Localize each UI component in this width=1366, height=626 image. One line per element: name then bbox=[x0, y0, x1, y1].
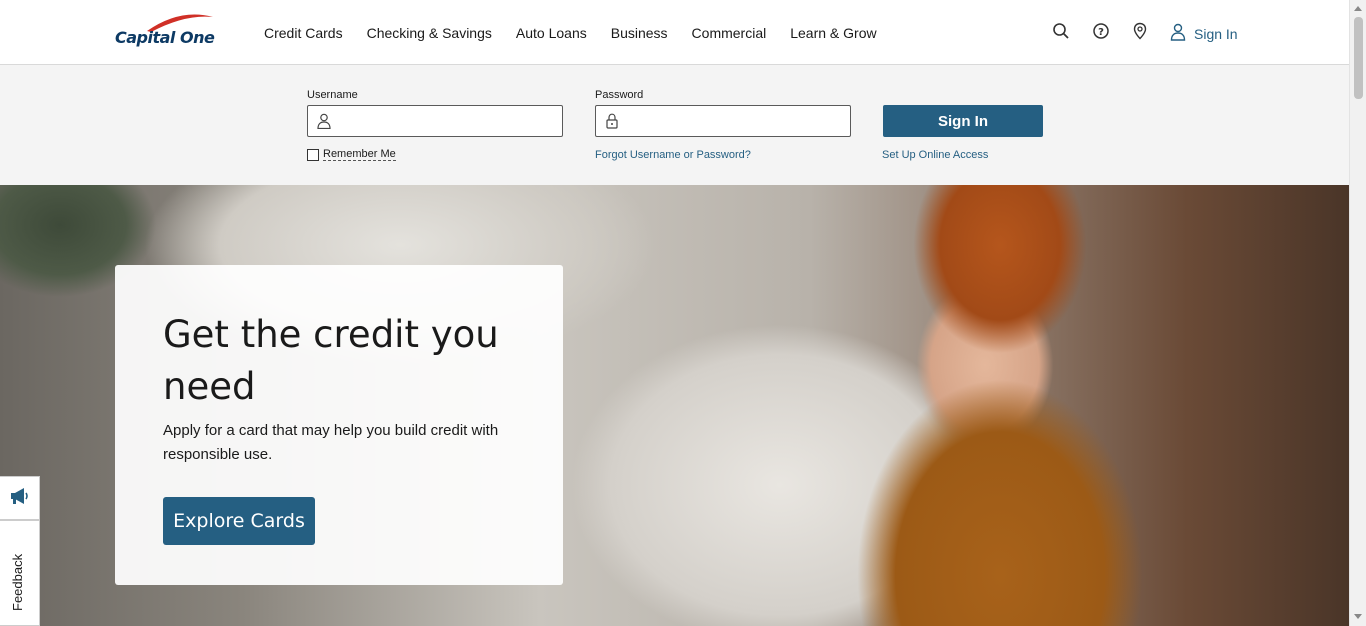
hero-subtitle: Apply for a card that may help you build… bbox=[163, 422, 499, 463]
header-sign-in-link[interactable]: Sign In bbox=[1170, 23, 1238, 44]
sign-in-button[interactable]: Sign In bbox=[883, 105, 1043, 137]
scroll-up-arrow-icon[interactable] bbox=[1354, 6, 1362, 11]
user-icon bbox=[317, 113, 331, 134]
username-label: Username bbox=[307, 89, 358, 101]
scroll-down-arrow-icon[interactable] bbox=[1354, 614, 1362, 619]
svg-text:?: ? bbox=[1098, 27, 1104, 38]
user-icon bbox=[1170, 23, 1186, 44]
location-icon[interactable] bbox=[1131, 22, 1151, 42]
feedback-tab[interactable]: Feedback bbox=[0, 520, 40, 626]
logo-wordmark: Capital One bbox=[115, 28, 215, 47]
login-panel: Username Password Sign In Remember Me Fo… bbox=[0, 65, 1349, 185]
remember-me-label: Remember Me bbox=[323, 148, 396, 161]
header-sign-in-label: Sign In bbox=[1194, 25, 1238, 42]
feedback-label: Feedback bbox=[10, 553, 25, 611]
scrollbar-thumb[interactable] bbox=[1354, 17, 1363, 99]
search-icon[interactable] bbox=[1052, 22, 1072, 42]
forgot-credentials-link[interactable]: Forgot Username or Password? bbox=[595, 149, 751, 161]
nav-auto-loans[interactable]: Auto Loans bbox=[516, 24, 587, 42]
remember-me-checkbox[interactable] bbox=[307, 148, 319, 161]
main-nav: Credit Cards Checking & Savings Auto Loa… bbox=[264, 24, 901, 42]
nav-credit-cards[interactable]: Credit Cards bbox=[264, 24, 343, 42]
page-scrollbar[interactable] bbox=[1349, 0, 1366, 626]
hero-banner: Get the credit you need Apply for a card… bbox=[0, 185, 1349, 626]
password-input[interactable] bbox=[626, 108, 846, 134]
site-header: Capital One Credit Cards Checking & Savi… bbox=[0, 0, 1349, 65]
hero-title: Get the credit you need bbox=[163, 313, 499, 408]
password-label: Password bbox=[595, 89, 644, 101]
capital-one-logo[interactable]: Capital One bbox=[115, 12, 227, 54]
nav-checking-savings[interactable]: Checking & Savings bbox=[367, 24, 492, 42]
megaphone-icon bbox=[9, 486, 31, 511]
feedback-icon-tab[interactable] bbox=[0, 476, 40, 520]
username-field[interactable] bbox=[307, 105, 563, 137]
help-icon[interactable]: ? bbox=[1092, 22, 1112, 42]
explore-cards-button[interactable]: Explore Cards bbox=[163, 497, 315, 545]
nav-commercial[interactable]: Commercial bbox=[692, 24, 767, 42]
password-field[interactable] bbox=[595, 105, 851, 137]
hero-card: Get the credit you need Apply for a card… bbox=[115, 265, 563, 585]
lock-icon bbox=[605, 113, 619, 134]
setup-online-access-link[interactable]: Set Up Online Access bbox=[882, 149, 988, 161]
nav-business[interactable]: Business bbox=[611, 24, 668, 42]
nav-learn-grow[interactable]: Learn & Grow bbox=[790, 24, 876, 42]
remember-me[interactable]: Remember Me bbox=[307, 148, 396, 161]
username-input[interactable] bbox=[338, 108, 558, 134]
